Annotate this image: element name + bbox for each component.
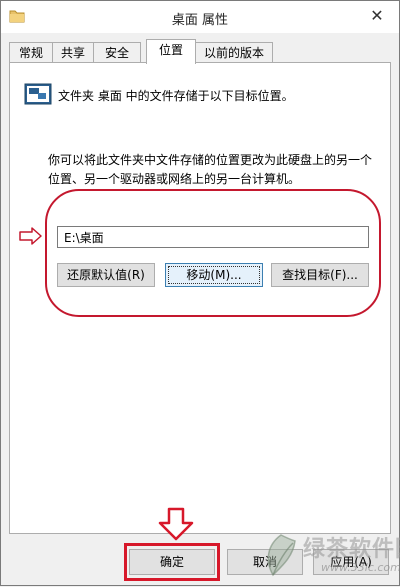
tab-location[interactable]: 位置: [146, 39, 196, 64]
watermark-url: www.33lc.com: [321, 561, 400, 574]
watermark-text: 绿茶软件园: [303, 537, 400, 562]
desktop-folder-icon: [24, 83, 52, 107]
move-explanation: 你可以将此文件夹中文件存储的位置更改为此硬盘上的另一个位置、另一个驱动器或网络上…: [48, 153, 373, 186]
tab-sharing[interactable]: 共享: [52, 42, 94, 62]
path-input[interactable]: [57, 226, 369, 248]
watermark: 绿茶软件园 www.33lc.com: [259, 529, 400, 587]
tab-previous-versions[interactable]: 以前的版本: [195, 42, 273, 62]
arrow-down-icon: [156, 507, 196, 541]
find-target-button[interactable]: 查找目标(F)...: [271, 263, 369, 287]
close-icon: ✕: [370, 6, 384, 25]
location-panel: 文件夹 桌面 中的文件存储于以下目标位置。 你可以将此文件夹中文件存储的位置更改…: [9, 62, 391, 534]
target-description: 文件夹 桌面 中的文件存储于以下目标位置。: [58, 89, 294, 103]
ok-button[interactable]: 确定: [129, 549, 215, 575]
tea-leaf-logo: [259, 531, 303, 581]
properties-window: 桌面 属性 ✕ 常规 共享 安全 位置 以前的版本 文件夹 桌面 中的文件存储于…: [0, 0, 400, 586]
title-bar[interactable]: 桌面 属性 ✕: [1, 1, 399, 33]
tab-security[interactable]: 安全: [93, 42, 141, 62]
window-title: 桌面 属性: [171, 13, 229, 28]
close-button[interactable]: ✕: [363, 5, 391, 27]
arrow-right-icon: [19, 227, 43, 245]
move-button[interactable]: 移动(M)...: [165, 263, 263, 287]
restore-default-button[interactable]: 还原默认值(R): [57, 263, 155, 287]
tab-general[interactable]: 常规: [9, 42, 53, 62]
